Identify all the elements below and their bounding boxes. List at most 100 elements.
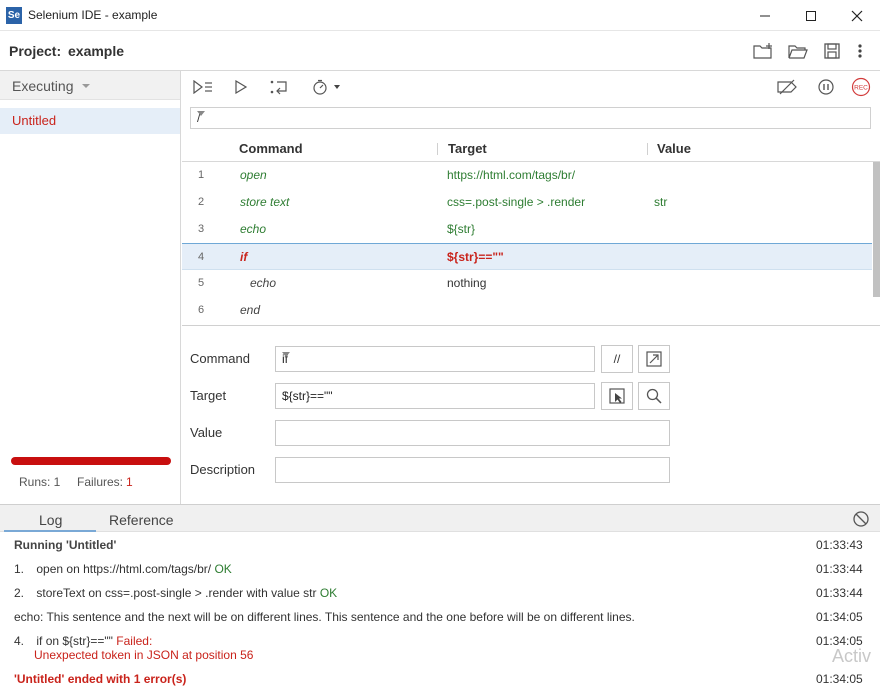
log-status: OK — [319, 586, 338, 600]
row-number: 5 — [198, 277, 205, 289]
pause-on-exceptions-icon[interactable] — [815, 77, 837, 97]
run-current-test-icon[interactable] — [230, 77, 252, 97]
log-tab-bar: Log Reference — [0, 505, 880, 532]
target-input[interactable]: ${str}=="" — [275, 383, 595, 409]
table-row[interactable]: 2 store text css=.post-single > .render … — [182, 189, 872, 216]
row-command: echo — [250, 276, 277, 290]
table-row-selected[interactable]: 4 if ${str}=="" — [182, 243, 872, 270]
log-entry: echo: This sentence and the next will be… — [14, 610, 874, 624]
row-command: if — [240, 250, 248, 264]
open-project-icon[interactable] — [787, 41, 809, 61]
table-scrollbar[interactable] — [873, 162, 880, 297]
log-status: Failed: — [116, 634, 153, 648]
save-project-icon[interactable] — [821, 41, 843, 61]
find-target-button[interactable] — [638, 382, 670, 410]
selenium-logo-icon: Se — [6, 7, 22, 24]
row-target: ${str} — [447, 222, 476, 236]
description-label: Description — [190, 462, 256, 477]
log-step-number: 1. — [14, 562, 25, 576]
log-status: OK — [214, 562, 232, 576]
value-label: Value — [190, 425, 223, 440]
project-label: Project: — [9, 43, 62, 59]
log-entry: 1. open on https://html.com/tags/br/ OK — [14, 562, 874, 576]
playback-toolbar: REC — [182, 71, 880, 102]
new-project-icon[interactable] — [752, 41, 774, 61]
minimize-button[interactable] — [742, 0, 788, 31]
close-window-button[interactable] — [834, 0, 880, 31]
disable-breakpoints-icon[interactable] — [776, 77, 798, 97]
window-title: Selenium IDE - example — [28, 8, 158, 22]
column-header-value: Value — [657, 141, 691, 156]
log-entry: 4. if on ${str}=="" Failed: — [14, 634, 874, 648]
command-select[interactable]: if — [275, 346, 595, 372]
row-command: end — [240, 303, 261, 317]
project-bar: Project: example — [0, 31, 880, 71]
tab-reference[interactable]: Reference — [109, 512, 174, 528]
table-row[interactable]: 6 end — [182, 297, 872, 324]
run-progress-bar — [11, 457, 171, 465]
row-target: ${str}=="" — [447, 250, 504, 264]
row-target: nothing — [447, 276, 487, 290]
test-speed-icon[interactable] — [310, 77, 344, 97]
log-text: Running 'Untitled' — [14, 538, 117, 552]
row-command: store text — [240, 195, 290, 209]
row-number: 3 — [198, 223, 205, 235]
test-list-item[interactable]: Untitled — [0, 108, 180, 134]
log-text: echo: This sentence and the next will be… — [14, 610, 635, 624]
select-target-button[interactable] — [601, 382, 633, 410]
table-row[interactable]: 1 open https://html.com/tags/br/ — [182, 162, 872, 189]
log-timestamp: 01:34:05 — [816, 610, 863, 624]
chevron-down-icon[interactable] — [197, 111, 205, 116]
log-error-detail: Unexpected token in JSON at position 56 — [34, 648, 254, 662]
record-icon[interactable]: REC — [850, 77, 872, 97]
table-row[interactable]: 3 echo ${str} — [182, 216, 872, 243]
log-text: if on ${str}=="" — [36, 634, 113, 648]
clear-log-icon[interactable] — [852, 510, 870, 528]
failures-label: Failures: — [77, 475, 124, 489]
row-target: https://html.com/tags/br/ — [447, 168, 576, 182]
log-timestamp: 01:33:44 — [816, 586, 863, 600]
chevron-down-icon[interactable] — [282, 352, 290, 357]
log-timestamp: 01:34:05 — [816, 672, 863, 686]
description-input[interactable] — [275, 457, 670, 483]
chevron-down-icon — [82, 84, 90, 88]
value-input[interactable] — [275, 420, 670, 446]
open-reference-button[interactable] — [638, 345, 670, 373]
failures-count: 1 — [126, 475, 133, 489]
run-all-tests-icon[interactable] — [192, 77, 214, 97]
tab-log[interactable]: Log — [39, 512, 62, 528]
command-label: Command — [190, 351, 250, 366]
log-text: storeText on css=.post-single > .render … — [36, 586, 317, 600]
log-step-number: 2. — [14, 586, 25, 600]
column-divider — [647, 143, 648, 155]
activation-watermark: Activ — [832, 646, 872, 666]
external-link-icon — [646, 351, 662, 367]
target-value: ${str}=="" — [282, 389, 333, 403]
commands-table-header: Command Target Value — [182, 136, 880, 162]
log-step-number: 4. — [14, 634, 25, 648]
row-number: 1 — [198, 169, 205, 181]
base-url-input[interactable]: / — [190, 107, 871, 129]
row-command: open — [240, 168, 267, 182]
maximize-button[interactable] — [788, 0, 834, 31]
step-over-icon[interactable] — [268, 77, 290, 97]
log-entry: 'Untitled' ended with 1 error(s) — [14, 672, 874, 686]
table-row[interactable]: 5 echo nothing — [182, 270, 872, 297]
sidebar-mode-selector[interactable]: Executing — [0, 71, 180, 100]
more-options-icon[interactable] — [849, 41, 871, 61]
log-text: 'Untitled' ended with 1 error(s) — [14, 672, 187, 686]
window-titlebar: Se Selenium IDE - example — [0, 0, 880, 31]
runs-count: Runs: 1 — [19, 475, 61, 489]
row-target: css=.post-single > .render — [447, 195, 586, 209]
column-divider — [437, 143, 438, 155]
svg-text:REC: REC — [854, 85, 868, 92]
log-entry: Running 'Untitled' — [14, 538, 874, 552]
project-name[interactable]: example — [68, 43, 124, 59]
comment-toggle-button[interactable]: // — [601, 345, 633, 373]
row-number: 2 — [198, 196, 205, 208]
log-text: open on https://html.com/tags/br/ — [36, 562, 212, 576]
search-icon — [646, 388, 662, 404]
row-number: 6 — [198, 304, 205, 316]
log-timestamp: 01:33:44 — [816, 562, 863, 576]
log-output: Running 'Untitled' 01:33:43 1. open on h… — [0, 532, 880, 691]
